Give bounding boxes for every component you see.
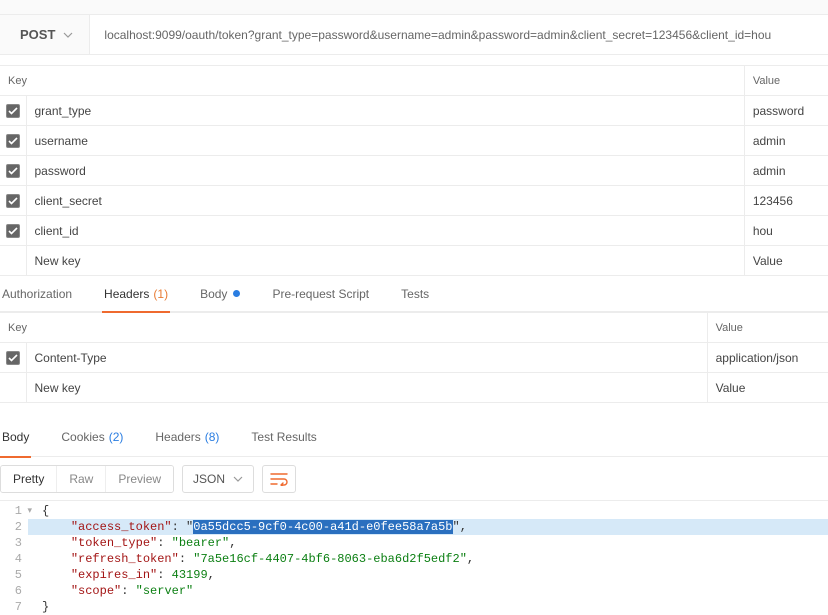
code-line: "expires_in": 43199, [28, 567, 828, 583]
line-number: 1 [0, 503, 22, 519]
headers-table: Key Value Content-Type application/json … [0, 312, 828, 403]
param-key[interactable]: client_secret [26, 186, 744, 216]
param-key[interactable]: grant_type [26, 96, 744, 126]
url-text: localhost:9099/oauth/token?grant_type=pa… [104, 28, 771, 42]
line-number: 3 [0, 535, 22, 551]
body-dirty-dot-icon [233, 290, 240, 297]
line-number: 2 [0, 519, 22, 535]
chevron-down-icon [233, 476, 243, 482]
tabs-strip-placeholder [0, 0, 828, 15]
headers-header-value: Value [707, 313, 828, 343]
header-row-new[interactable]: New key Value [0, 373, 828, 403]
tab-headers[interactable]: Headers(1) [102, 276, 170, 312]
param-checkbox[interactable] [6, 224, 20, 238]
view-preview-button[interactable]: Preview [105, 466, 173, 492]
header-checkbox[interactable] [6, 351, 20, 365]
response-viewer-bar: Pretty Raw Preview JSON [0, 457, 828, 501]
line-number: 7 [0, 599, 22, 615]
headers-header-row: Key Value [0, 313, 828, 343]
tab-prerequest[interactable]: Pre-request Script [270, 276, 371, 312]
param-value[interactable]: admin [744, 126, 828, 156]
view-pretty-button[interactable]: Pretty [1, 466, 56, 492]
format-select[interactable]: JSON [182, 465, 254, 493]
line-number: 5 [0, 567, 22, 583]
line-number: 6 [0, 583, 22, 599]
view-mode-segment: Pretty Raw Preview [0, 465, 174, 493]
param-row-new[interactable]: New key Value [0, 246, 828, 276]
param-checkbox[interactable] [6, 194, 20, 208]
param-value[interactable]: hou [744, 216, 828, 246]
params-header-value: Value [744, 66, 828, 96]
params-header-key: Key [0, 66, 744, 96]
line-number: 4 [0, 551, 22, 567]
param-checkbox[interactable] [6, 164, 20, 178]
response-body[interactable]: 1 2 3 4 5 6 7 { "access_token": "0a55dcc… [0, 501, 828, 615]
params-table: Key Value grant_type password username a… [0, 65, 828, 276]
wrap-lines-button[interactable] [262, 465, 296, 493]
view-raw-button[interactable]: Raw [56, 466, 105, 492]
header-value[interactable]: application/json [707, 343, 828, 373]
code-lines: { "access_token": "0a55dcc5-9cf0-4c00-a4… [28, 503, 828, 615]
cookies-count: (2) [109, 430, 124, 444]
header-key[interactable]: Content-Type [26, 343, 707, 373]
wrap-icon [270, 472, 288, 486]
param-value[interactable]: password [744, 96, 828, 126]
url-input[interactable]: localhost:9099/oauth/token?grant_type=pa… [90, 15, 828, 54]
code-line: "token_type": "bearer", [28, 535, 828, 551]
line-gutter: 1 2 3 4 5 6 7 [0, 503, 28, 615]
request-tabs: Authorization Headers(1) Body Pre-reques… [0, 276, 828, 312]
resp-headers-count: (8) [205, 430, 220, 444]
resp-tab-tests[interactable]: Test Results [249, 417, 318, 457]
tab-tests[interactable]: Tests [399, 276, 431, 312]
tab-authorization[interactable]: Authorization [0, 276, 74, 312]
url-bar: POST localhost:9099/oauth/token?grant_ty… [0, 15, 828, 55]
response-tabs: Body Cookies(2) Headers(8) Test Results [0, 417, 828, 457]
header-row[interactable]: Content-Type application/json [0, 343, 828, 373]
param-checkbox[interactable] [6, 134, 20, 148]
headers-header-key: Key [0, 313, 707, 343]
param-row[interactable]: client_secret 123456 [0, 186, 828, 216]
param-row[interactable]: client_id hou [0, 216, 828, 246]
resp-tab-headers[interactable]: Headers(8) [153, 417, 221, 457]
code-line: "scope": "server" [28, 583, 828, 599]
headers-count: (1) [153, 287, 168, 301]
format-label: JSON [193, 472, 225, 486]
code-line: { [28, 503, 828, 519]
http-method-select[interactable]: POST [0, 15, 90, 54]
resp-tab-cookies[interactable]: Cookies(2) [59, 417, 125, 457]
code-line: } [28, 599, 828, 615]
tab-body[interactable]: Body [198, 276, 242, 312]
param-value[interactable]: 123456 [744, 186, 828, 216]
code-line: "access_token": "0a55dcc5-9cf0-4c00-a41d… [28, 519, 828, 535]
param-row[interactable]: password admin [0, 156, 828, 186]
param-value-placeholder[interactable]: Value [744, 246, 828, 276]
header-value-placeholder[interactable]: Value [707, 373, 828, 403]
param-value[interactable]: admin [744, 156, 828, 186]
param-row[interactable]: username admin [0, 126, 828, 156]
header-key-placeholder[interactable]: New key [26, 373, 707, 403]
param-key[interactable]: username [26, 126, 744, 156]
chevron-down-icon [63, 32, 73, 38]
selected-text: 0a55dcc5-9cf0-4c00-a41d-e0fee58a7a5b [193, 520, 452, 534]
code-line: "refresh_token": "7a5e16cf-4407-4bf6-806… [28, 551, 828, 567]
params-header-row: Key Value [0, 66, 828, 96]
param-row[interactable]: grant_type password [0, 96, 828, 126]
param-key-placeholder[interactable]: New key [26, 246, 744, 276]
resp-tab-body[interactable]: Body [0, 417, 31, 457]
http-method-label: POST [20, 27, 55, 42]
param-key[interactable]: password [26, 156, 744, 186]
param-key[interactable]: client_id [26, 216, 744, 246]
param-checkbox[interactable] [6, 104, 20, 118]
